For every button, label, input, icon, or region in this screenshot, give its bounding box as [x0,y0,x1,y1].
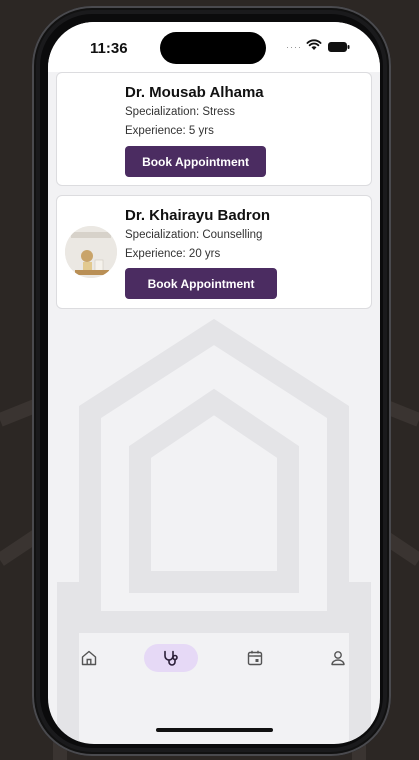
battery-icon [328,42,350,52]
cellular-signal-icon: ···· [286,42,302,52]
app-screen: 11:36 ···· Dr. Mousab Alhama Specializat… [48,22,380,744]
book-appointment-button[interactable]: Book Appointment [125,146,266,177]
doctor-experience: Experience: 20 yrs [125,248,221,260]
bottom-tab-bar [48,634,380,694]
status-time: 11:36 [90,40,128,57]
doctor-experience: Experience: 5 yrs [125,125,214,137]
tab-home[interactable] [62,644,116,672]
doctor-card: Dr. Khairayu Badron Specialization: Coun… [56,195,372,309]
home-indicator [156,728,273,732]
doctor-specialization: Specialization: Stress [125,106,235,118]
status-bar: 11:36 ···· [48,22,380,72]
calendar-icon [247,650,263,666]
doctor-card: Dr. Mousab Alhama Specialization: Stress… [56,72,372,186]
book-appointment-button[interactable]: Book Appointment [125,268,277,299]
dynamic-island [160,32,266,64]
profile-icon [331,651,345,666]
tab-calendar[interactable] [228,644,282,672]
wifi-icon [306,39,322,50]
tab-profile[interactable] [311,644,365,672]
doctor-avatar [65,226,117,278]
doctor-specialization: Specialization: Counselling [125,229,263,241]
doctor-name: Dr. Mousab Alhama [125,84,264,101]
home-icon [81,650,97,666]
doctor-name: Dr. Khairayu Badron [125,207,271,224]
stethoscope-icon [164,650,178,666]
doctor-photo [65,226,117,278]
tab-doctors[interactable] [144,644,198,672]
